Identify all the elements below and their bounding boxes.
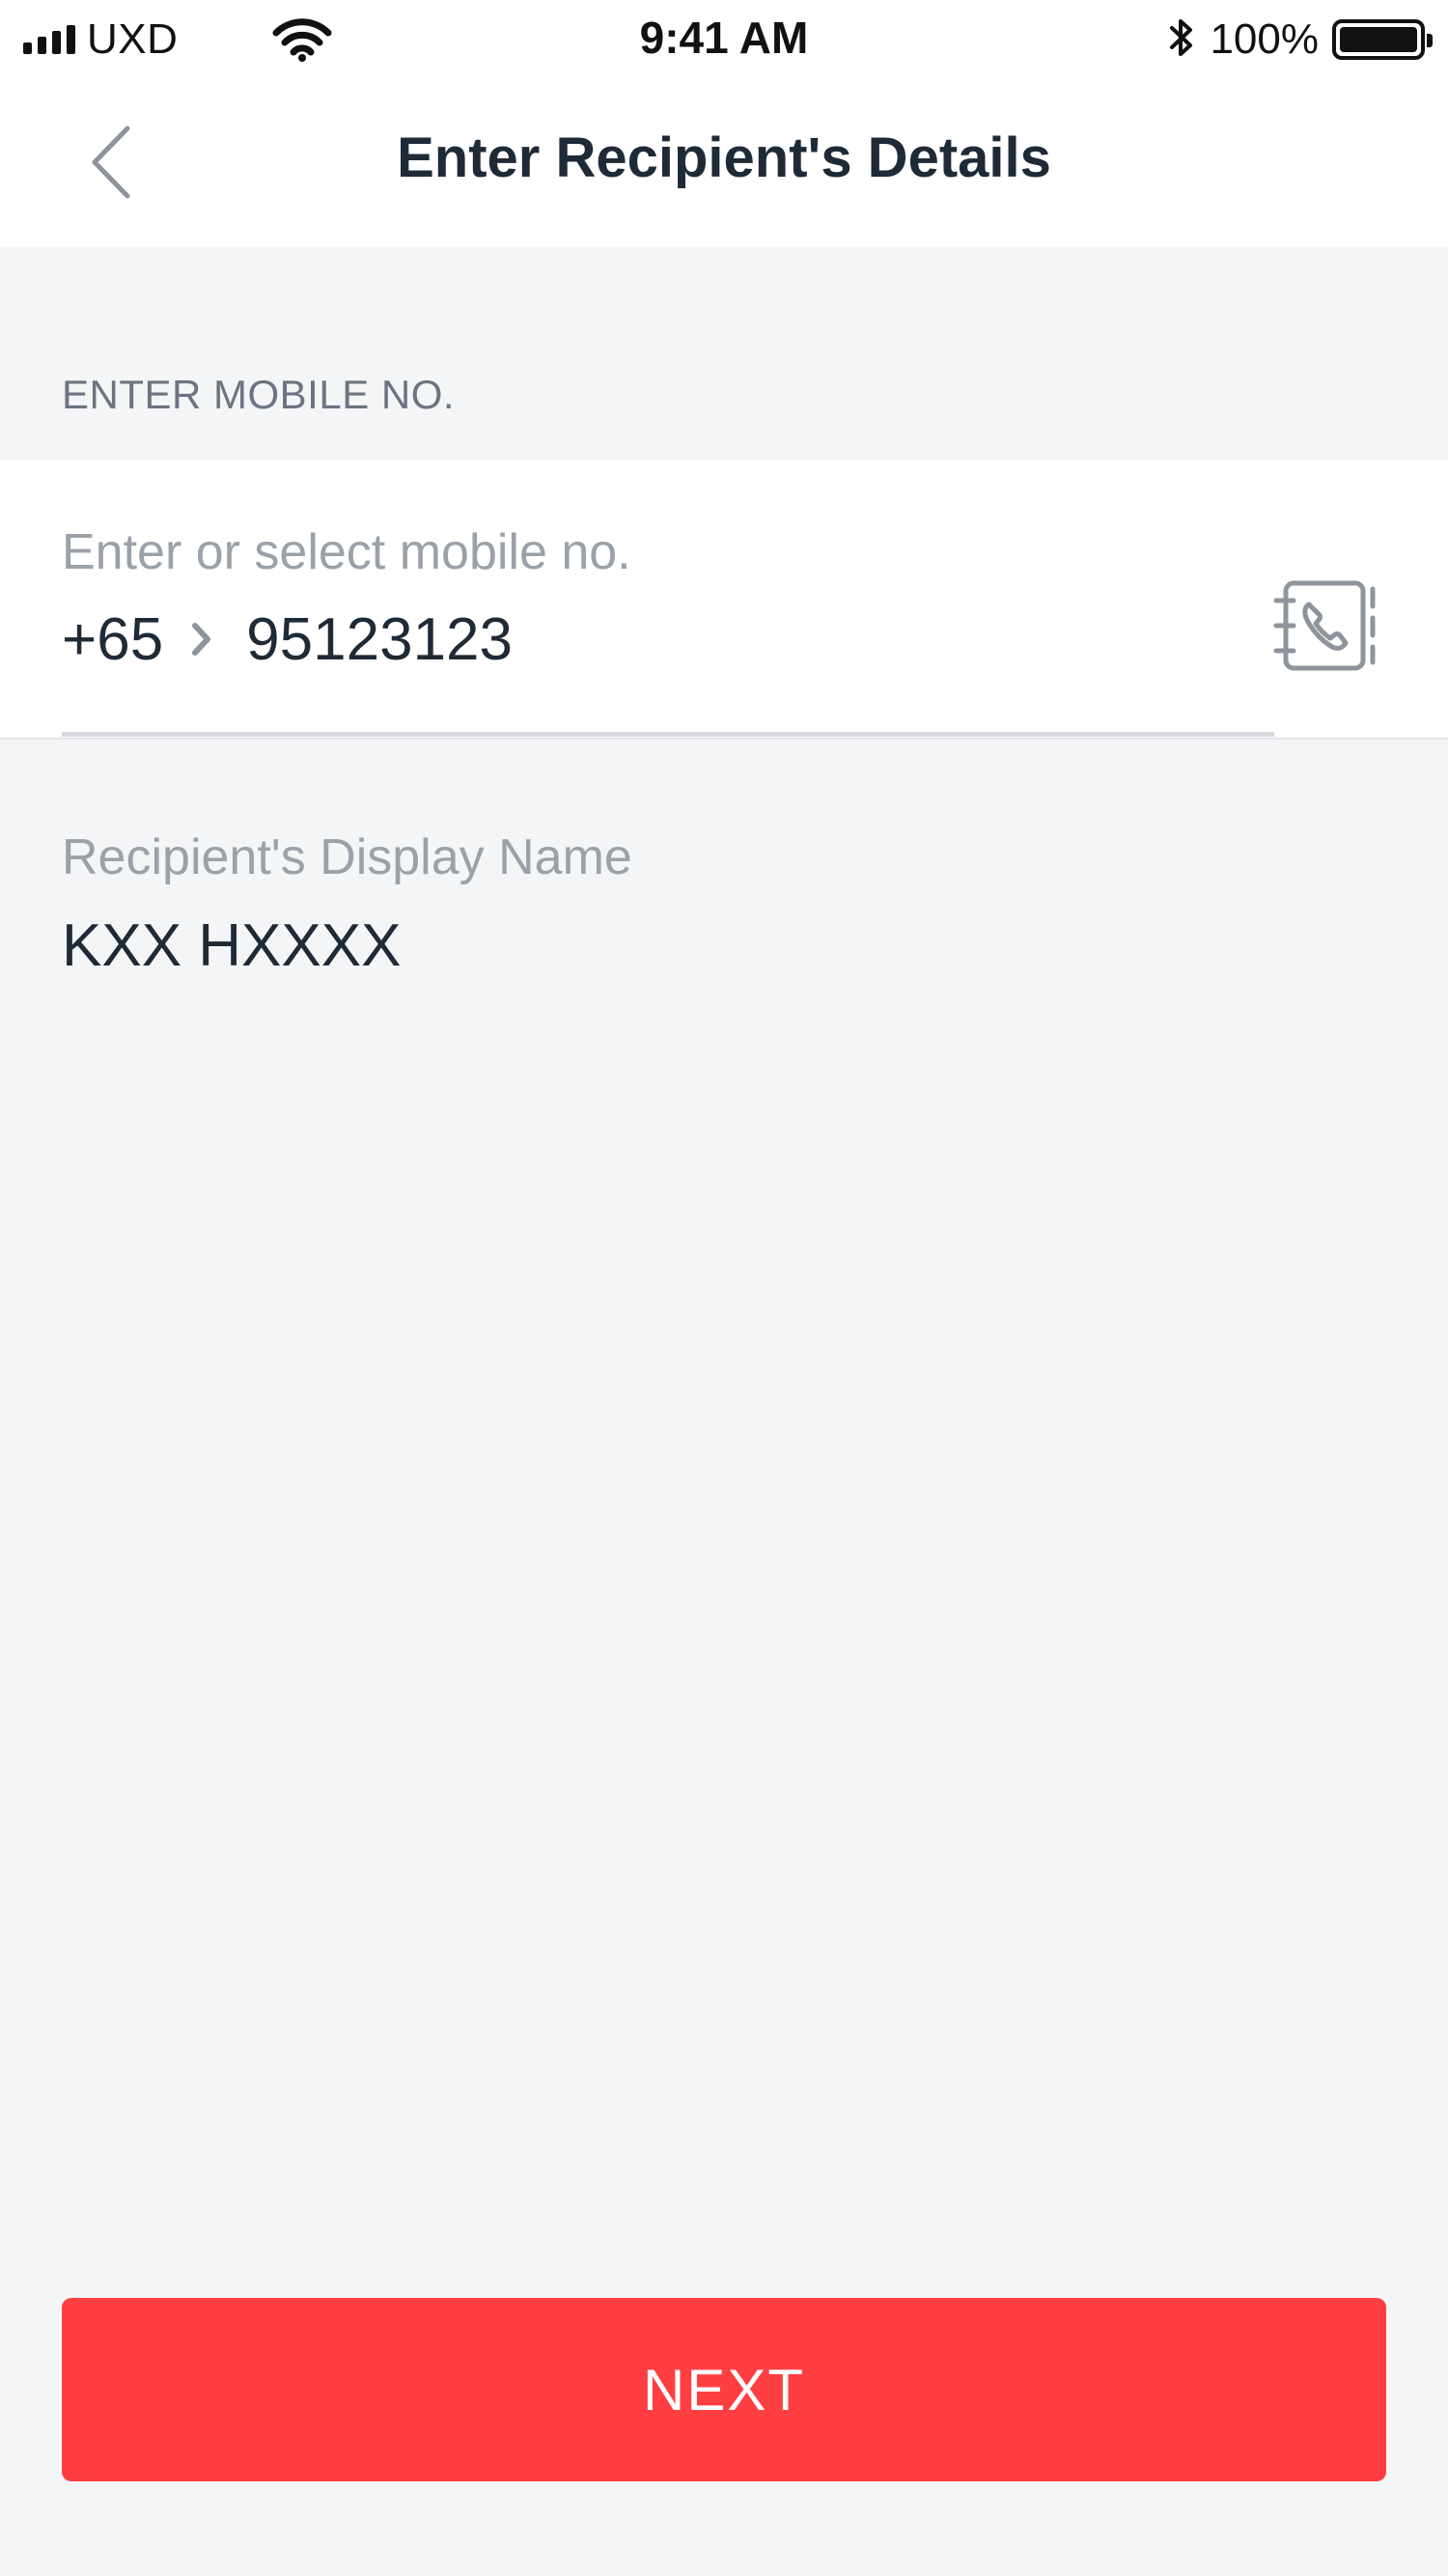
status-right: 100% — [1167, 14, 1433, 66]
bluetooth-icon — [1167, 15, 1196, 65]
divider — [0, 738, 1448, 740]
battery-fill — [1340, 27, 1417, 52]
section-label-mobile: ENTER MOBILE NO. — [62, 372, 456, 417]
screen: UXD 9:41 AM 100% Enter Recipient's Detai… — [0, 0, 1448, 2576]
battery-percent: 100% — [1210, 15, 1319, 63]
page-title: Enter Recipient's Details — [397, 126, 1051, 189]
next-button[interactable]: NEXT — [62, 2298, 1386, 2481]
display-name-value: KXX HXXXX — [62, 912, 402, 979]
mobile-number-input[interactable]: 95123123 — [246, 605, 513, 674]
display-name-label: Recipient's Display Name — [62, 829, 632, 885]
mobile-field-label: Enter or select mobile no. — [62, 524, 631, 580]
mobile-field[interactable]: Enter or select mobile no. +65 95123123 — [0, 460, 1448, 740]
battery-tip — [1427, 34, 1433, 47]
battery-icon — [1332, 19, 1433, 60]
status-bar: UXD 9:41 AM 100% — [0, 0, 1448, 79]
mobile-field-underline — [62, 732, 1274, 737]
chevron-right-icon — [190, 620, 213, 658]
contacts-button[interactable] — [1272, 577, 1377, 674]
address-book-phone-icon — [1272, 580, 1377, 678]
mobile-input-row[interactable]: +65 95123123 — [62, 601, 513, 678]
nav-bar: Enter Recipient's Details — [0, 79, 1448, 247]
country-code-selector[interactable]: +65 — [62, 605, 163, 674]
